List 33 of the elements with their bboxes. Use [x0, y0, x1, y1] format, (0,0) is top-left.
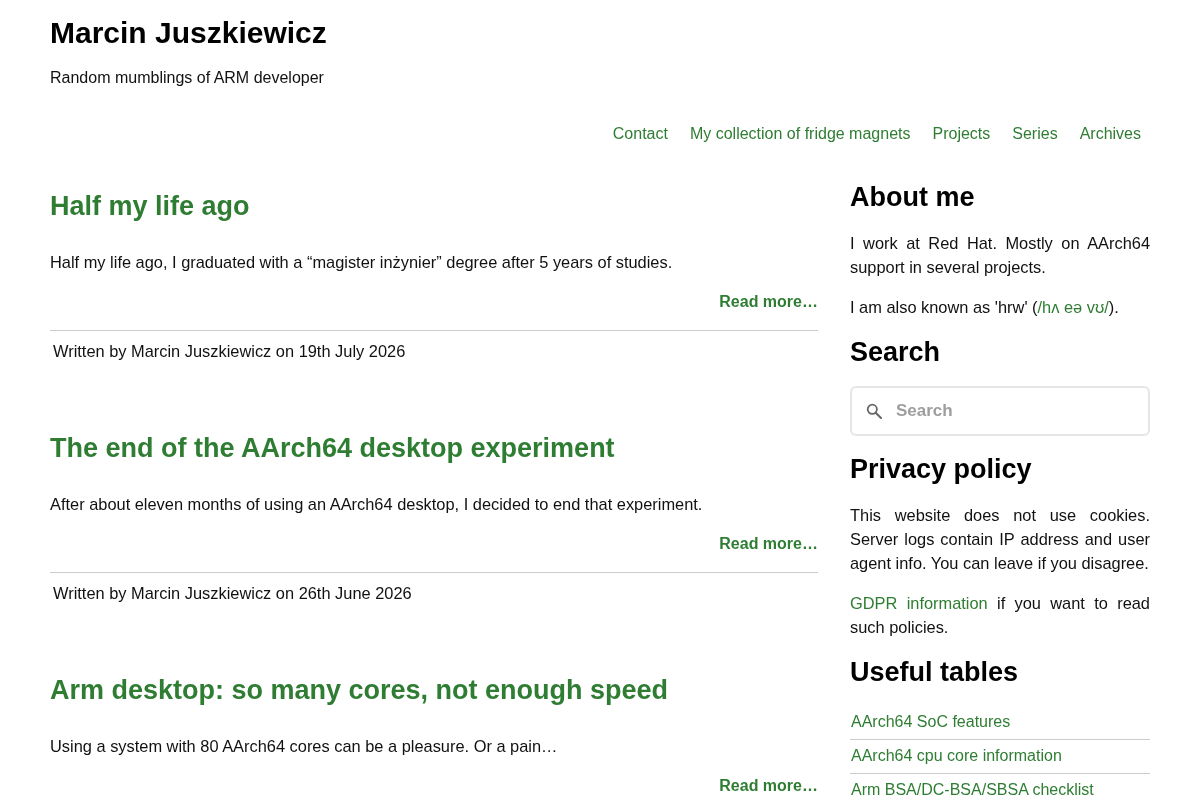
sidebar-text: GDPR information if you want to read such policies. — [850, 593, 1150, 638]
post-excerpt: After about eleven months of using an AArch64 desktop, I decided to end that experiment. — [50, 494, 704, 515]
inline-link[interactable]: GDPR information — [850, 594, 988, 612]
post-title[interactable]: Arm desktop: so many cores, not enough speed — [50, 673, 669, 707]
sidebar-heading: Useful tables — [850, 656, 1019, 689]
search-icon — [866, 403, 882, 419]
table-link[interactable]: AArch64 cpu core information — [850, 740, 1150, 774]
post-byline: Written by Marcin Juszkiewicz on 19th July 2026 — [52, 341, 406, 362]
post-title[interactable]: The end of the AArch64 desktop experiment — [50, 431, 615, 465]
search-field[interactable]: Search — [850, 386, 1150, 436]
post-excerpt: Half my life ago, I graduated with a “magister inżynier” degree after 5 years of studies. — [50, 252, 674, 273]
nav-link[interactable]: Projects — [932, 122, 991, 146]
sidebar-text: I work at Red Hat. Mostly on AArch64 support in several projects. — [850, 233, 1150, 278]
sidebar-heading: About me — [850, 181, 975, 214]
table-link[interactable]: Arm BSA/DC-BSA/SBSA checklist — [850, 774, 1150, 800]
sidebar-heading: Privacy policy — [850, 453, 1032, 486]
nav-link[interactable]: Contact — [612, 122, 668, 146]
inline-link[interactable]: /hʌ eə vʊ/ — [1037, 298, 1109, 316]
read-more-link[interactable]: Read more… — [719, 290, 818, 314]
sidebar-heading: Search — [850, 336, 941, 369]
nav-link[interactable]: My collection of fridge magnets — [689, 122, 911, 146]
site-title[interactable]: Marcin Juszkiewicz — [50, 14, 327, 52]
post-byline: Written by Marcin Juszkiewicz on 26th June 2026 — [52, 583, 412, 604]
site-tagline: Random mumblings of ARM developer — [50, 69, 324, 86]
post-excerpt: Using a system with 80 AArch64 cores can be a pleasure. Or a pain… — [50, 736, 559, 757]
nav-link[interactable]: Archives — [1079, 122, 1141, 146]
post-title[interactable]: Half my life ago — [50, 189, 250, 223]
nav-link[interactable]: Series — [1012, 122, 1058, 146]
table-link[interactable]: AArch64 SoC features — [850, 706, 1150, 740]
sidebar-text: I am also known as 'hrw' (/hʌ eə vʊ/). — [850, 297, 1120, 318]
read-more-link[interactable]: Read more… — [719, 774, 818, 798]
sidebar-text: This website does not use cookies. Server logs contain IP address and user agent info. You can leave if you disagree. — [850, 505, 1150, 574]
read-more-link[interactable]: Read more… — [719, 532, 818, 556]
